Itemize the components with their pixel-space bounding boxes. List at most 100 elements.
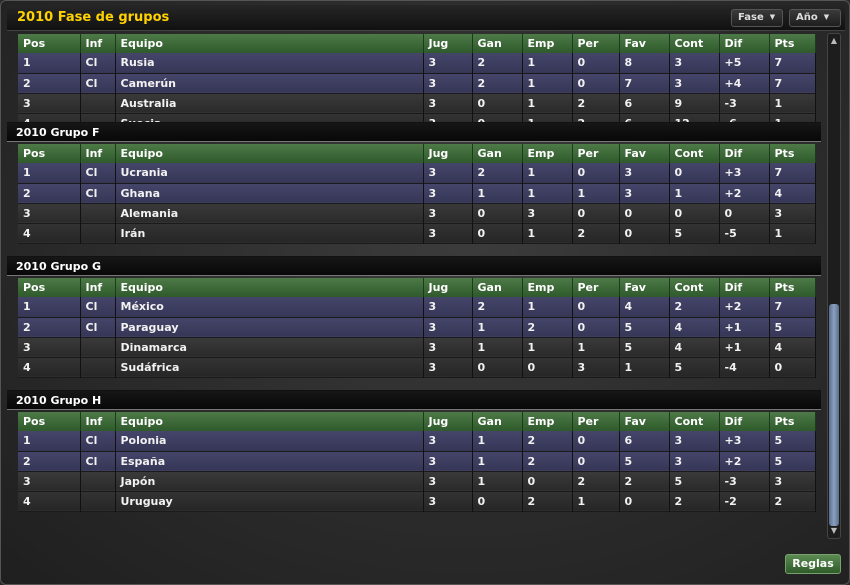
table-row[interactable]: 3 Dinamarca 3 1 1 1 5 4 +1 4 bbox=[18, 337, 816, 357]
column-header-equipo[interactable]: Equipo bbox=[115, 34, 424, 53]
column-header-pts[interactable]: Pts bbox=[769, 34, 816, 53]
cell-pts: 7 bbox=[769, 297, 816, 317]
table-row[interactable]: 1 Cl Ucrania 3 2 1 0 3 0 +3 7 bbox=[18, 163, 816, 183]
cell-gan: 1 bbox=[472, 337, 523, 357]
column-header-pos[interactable]: Pos bbox=[18, 412, 81, 431]
column-header-dif[interactable]: Dif bbox=[719, 278, 770, 297]
column-header-pts[interactable]: Pts bbox=[769, 278, 816, 297]
column-header-inf[interactable]: Inf bbox=[80, 144, 116, 163]
cell-inf bbox=[80, 93, 116, 113]
cell-team[interactable]: Ucrania bbox=[115, 163, 424, 183]
column-header-pos[interactable]: Pos bbox=[18, 144, 81, 163]
table-row[interactable]: 1 Cl México 3 2 1 0 4 2 +2 7 bbox=[18, 297, 816, 317]
column-header-emp[interactable]: Emp bbox=[522, 412, 573, 431]
table-row[interactable]: 1 Cl Polonia 3 1 2 0 6 3 +3 5 bbox=[18, 431, 816, 451]
group-title-bar: 2010 Grupo G bbox=[7, 256, 821, 276]
table-row[interactable]: 2 Cl España 3 1 2 0 5 3 +2 5 bbox=[18, 451, 816, 471]
column-header-cont[interactable]: Cont bbox=[669, 278, 720, 297]
column-header-pts[interactable]: Pts bbox=[769, 144, 816, 163]
column-header-per[interactable]: Per bbox=[572, 278, 620, 297]
column-header-gan[interactable]: Gan bbox=[472, 34, 523, 53]
column-header-dif[interactable]: Dif bbox=[719, 144, 770, 163]
reglas-button[interactable]: Reglas bbox=[785, 554, 841, 574]
cell-team[interactable]: España bbox=[115, 451, 424, 471]
cell-team[interactable]: Rusia bbox=[115, 53, 424, 73]
column-header-jug[interactable]: Jug bbox=[423, 34, 473, 53]
arrow-up-icon[interactable]: ▲ bbox=[829, 36, 839, 46]
column-header-emp[interactable]: Emp bbox=[522, 278, 573, 297]
table-row[interactable]: 4 Uruguay 3 0 2 1 0 2 -2 2 bbox=[18, 491, 816, 511]
table-row[interactable]: 3 Alemania 3 0 3 0 0 0 0 3 bbox=[18, 203, 816, 223]
vertical-scrollbar[interactable]: ▲ ▼ bbox=[827, 33, 841, 539]
cell-team[interactable]: Camerún bbox=[115, 73, 424, 93]
column-header-dif[interactable]: Dif bbox=[719, 412, 770, 431]
cell-pos: 1 bbox=[18, 431, 81, 451]
cell-emp: 1 bbox=[522, 337, 573, 357]
table-row[interactable]: 2 Cl Paraguay 3 1 2 0 5 4 +1 5 bbox=[18, 317, 816, 337]
cell-dif: -4 bbox=[719, 357, 770, 377]
column-header-cont[interactable]: Cont bbox=[669, 412, 720, 431]
table-row[interactable]: 4 Irán 3 0 1 2 0 5 -5 1 bbox=[18, 223, 816, 243]
cell-team[interactable]: Sudáfrica bbox=[115, 357, 424, 377]
cell-per: 1 bbox=[572, 491, 620, 511]
column-header-jug[interactable]: Jug bbox=[423, 412, 473, 431]
table-row[interactable]: 2 Cl Ghana 3 1 1 1 3 1 +2 4 bbox=[18, 183, 816, 203]
column-header-per[interactable]: Per bbox=[572, 34, 620, 53]
column-header-gan[interactable]: Gan bbox=[472, 412, 523, 431]
cell-team[interactable]: Ghana bbox=[115, 183, 424, 203]
column-header-emp[interactable]: Emp bbox=[522, 144, 573, 163]
column-header-pos[interactable]: Pos bbox=[18, 34, 81, 53]
arrow-down-icon[interactable]: ▼ bbox=[829, 526, 839, 536]
cell-team[interactable]: Uruguay bbox=[115, 491, 424, 511]
column-header-fav[interactable]: Fav bbox=[619, 144, 670, 163]
column-header-inf[interactable]: Inf bbox=[80, 278, 116, 297]
cell-emp: 0 bbox=[522, 357, 573, 377]
column-header-jug[interactable]: Jug bbox=[423, 278, 473, 297]
table-row[interactable]: 3 Japón 3 1 0 2 2 5 -3 3 bbox=[18, 471, 816, 491]
cell-fav: 3 bbox=[619, 183, 670, 203]
column-header-jug[interactable]: Jug bbox=[423, 144, 473, 163]
column-header-per[interactable]: Per bbox=[572, 412, 620, 431]
cell-emp: 1 bbox=[522, 93, 573, 113]
cell-pos: 4 bbox=[18, 223, 81, 243]
scrollbar-thumb[interactable] bbox=[829, 304, 839, 526]
column-header-pos[interactable]: Pos bbox=[18, 278, 81, 297]
cell-jug: 3 bbox=[423, 73, 473, 93]
column-header-pts[interactable]: Pts bbox=[769, 412, 816, 431]
column-header-dif[interactable]: Dif bbox=[719, 34, 770, 53]
column-header-inf[interactable]: Inf bbox=[80, 34, 116, 53]
fase-dropdown[interactable]: Fase ▼ bbox=[731, 9, 783, 27]
column-header-equipo[interactable]: Equipo bbox=[115, 278, 424, 297]
ano-dropdown[interactable]: Año ▼ bbox=[789, 9, 841, 27]
cell-team[interactable]: Paraguay bbox=[115, 317, 424, 337]
column-header-gan[interactable]: Gan bbox=[472, 278, 523, 297]
column-header-per[interactable]: Per bbox=[572, 144, 620, 163]
cell-inf bbox=[80, 203, 116, 223]
table-row[interactable]: 3 Australia 3 0 1 2 6 9 -3 1 bbox=[18, 93, 816, 113]
cell-gan: 1 bbox=[472, 451, 523, 471]
column-header-fav[interactable]: Fav bbox=[619, 34, 670, 53]
column-header-cont[interactable]: Cont bbox=[669, 34, 720, 53]
column-header-gan[interactable]: Gan bbox=[472, 144, 523, 163]
column-header-cont[interactable]: Cont bbox=[669, 144, 720, 163]
column-header-inf[interactable]: Inf bbox=[80, 412, 116, 431]
table-row[interactable]: 2 Cl Camerún 3 2 1 0 7 3 +4 7 bbox=[18, 73, 816, 93]
column-header-equipo[interactable]: Equipo bbox=[115, 412, 424, 431]
cell-cont: 3 bbox=[669, 451, 720, 471]
table-row[interactable]: 1 Cl Rusia 3 2 1 0 8 3 +5 7 bbox=[18, 53, 816, 73]
cell-team[interactable]: Polonia bbox=[115, 431, 424, 451]
column-header-equipo[interactable]: Equipo bbox=[115, 144, 424, 163]
column-header-fav[interactable]: Fav bbox=[619, 278, 670, 297]
column-header-emp[interactable]: Emp bbox=[522, 34, 573, 53]
cell-team[interactable]: Irán bbox=[115, 223, 424, 243]
cell-dif: +1 bbox=[719, 317, 770, 337]
column-header-fav[interactable]: Fav bbox=[619, 412, 670, 431]
cell-pos: 4 bbox=[18, 491, 81, 511]
table-row[interactable]: 4 Sudáfrica 3 0 0 3 1 5 -4 0 bbox=[18, 357, 816, 377]
cell-team[interactable]: Australia bbox=[115, 93, 424, 113]
cell-team[interactable]: México bbox=[115, 297, 424, 317]
cell-team[interactable]: Japón bbox=[115, 471, 424, 491]
cell-team[interactable]: Alemania bbox=[115, 203, 424, 223]
cell-pos: 1 bbox=[18, 53, 81, 73]
cell-team[interactable]: Dinamarca bbox=[115, 337, 424, 357]
